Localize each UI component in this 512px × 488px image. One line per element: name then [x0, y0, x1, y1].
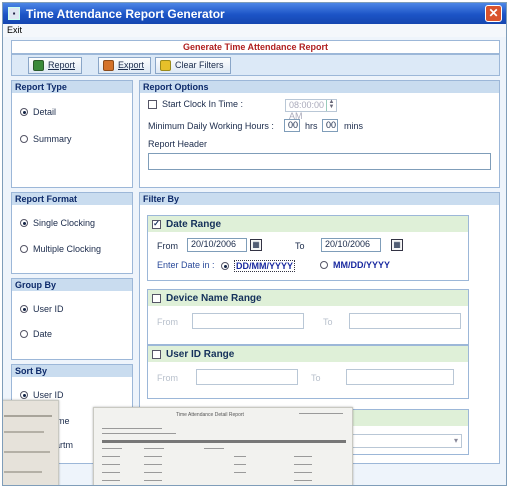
- radio-icon: [20, 305, 28, 313]
- format-dd-label: DD/MM/YYYY: [234, 260, 296, 272]
- mins-input[interactable]: 00: [322, 119, 338, 132]
- report-button-label: Report: [48, 60, 76, 70]
- group-by-title: Group By: [12, 279, 132, 291]
- radio-icon: [320, 261, 328, 269]
- report-format-title: Report Format: [12, 193, 132, 205]
- report-icon: [33, 59, 44, 71]
- user-range-group: User ID Range From To: [147, 345, 469, 399]
- report-header-label: Report Header: [148, 139, 208, 149]
- mins-label: mins: [344, 121, 364, 131]
- device-range-header: Device Name Range: [148, 290, 468, 306]
- device-from-label: From: [157, 317, 178, 327]
- user-from-label: From: [157, 373, 178, 383]
- multiple-clocking-label: Multiple Clocking: [33, 244, 102, 254]
- close-button[interactable]: ✕: [485, 5, 502, 22]
- group-by-panel: Group By User ID Date: [11, 278, 133, 360]
- clear-filters-button[interactable]: Clear Filters: [155, 56, 231, 74]
- title-bar: ▪ Time Attendance Report Generator ✕: [3, 3, 506, 24]
- date-range-title: Date Range: [166, 218, 222, 230]
- app-window: ▪ Time Attendance Report Generator ✕ Exi…: [2, 2, 507, 486]
- menu-exit[interactable]: Exit: [7, 25, 22, 35]
- calendar-icon[interactable]: ▦: [391, 239, 403, 251]
- clear-filters-icon: [160, 59, 172, 71]
- device-range-checkbox[interactable]: [152, 293, 161, 303]
- device-from-input[interactable]: [192, 313, 304, 329]
- single-clocking-label: Single Clocking: [33, 218, 96, 228]
- radio-icon: [20, 108, 28, 116]
- group-by-userid-label: User ID: [33, 304, 64, 314]
- radio-icon: [20, 330, 28, 338]
- report-options-title: Report Options: [140, 81, 499, 93]
- group-by-date-radio[interactable]: Date: [20, 329, 52, 339]
- report-type-detail-radio[interactable]: Detail: [20, 107, 56, 117]
- report-type-detail-label: Detail: [33, 107, 57, 117]
- report-type-summary-label: Summary: [33, 134, 72, 144]
- date-to-label: To: [295, 241, 305, 251]
- date-to-input[interactable]: 20/10/2006: [321, 238, 381, 252]
- user-range-checkbox[interactable]: [152, 349, 161, 359]
- device-range-group: Device Name Range From To: [147, 289, 469, 345]
- report-preview-right: Time Attendance Detail Report: [93, 407, 353, 485]
- format-mm-label: MM/DD/YYYY: [333, 260, 391, 270]
- user-range-title: User ID Range: [166, 348, 235, 360]
- sort-by-userid-label: User ID: [33, 390, 64, 400]
- radio-icon: [20, 219, 28, 227]
- report-preview-left: [3, 400, 59, 485]
- device-to-label: To: [323, 317, 333, 327]
- enter-date-label: Enter Date in :: [157, 260, 215, 270]
- export-button[interactable]: Export: [98, 56, 152, 74]
- format-mm-radio[interactable]: MM/DD/YYYY: [320, 260, 390, 270]
- clear-filters-label: Clear Filters: [175, 60, 224, 70]
- radio-icon: [20, 135, 28, 143]
- date-range-header: ✓ Date Range: [148, 216, 468, 232]
- start-clock-checkbox[interactable]: Start Clock In Time :: [148, 99, 243, 109]
- export-icon: [103, 59, 115, 71]
- date-from-input[interactable]: 20/10/2006: [187, 238, 247, 252]
- spinner-icon[interactable]: ▲ ▼: [326, 99, 336, 111]
- group-by-userid-radio[interactable]: User ID: [20, 304, 64, 314]
- date-from-label: From: [157, 241, 178, 251]
- single-clocking-radio[interactable]: Single Clocking: [20, 218, 95, 228]
- export-button-label: Export: [118, 60, 145, 70]
- toolbar: Report Export Clear Filters: [11, 54, 500, 76]
- user-from-input[interactable]: [196, 369, 298, 385]
- report-header-input[interactable]: [148, 153, 491, 170]
- filter-by-title: Filter By: [140, 193, 499, 205]
- device-range-title: Device Name Range: [166, 292, 262, 304]
- app-icon: ▪: [8, 7, 20, 20]
- window-title: Time Attendance Report Generator: [26, 6, 225, 21]
- user-to-label: To: [311, 373, 321, 383]
- preview-title: Time Attendance Detail Report: [176, 412, 244, 418]
- group-by-date-label: Date: [33, 329, 53, 339]
- report-options-panel: Report Options Start Clock In Time : 08:…: [139, 80, 500, 188]
- radio-icon: [20, 245, 28, 253]
- format-dd-radio[interactable]: DD/MM/YYYY: [221, 260, 296, 272]
- report-type-summary-radio[interactable]: Summary: [20, 134, 72, 144]
- menu-bar: Exit: [3, 24, 506, 37]
- checkbox-icon: [148, 99, 157, 109]
- sort-by-userid-radio[interactable]: User ID: [20, 390, 64, 400]
- min-hours-label: Minimum Daily Working Hours :: [148, 121, 274, 131]
- hrs-label: hrs: [305, 121, 318, 131]
- report-type-title: Report Type: [12, 81, 132, 93]
- report-type-panel: Report Type Detail Summary: [11, 80, 133, 188]
- report-format-panel: Report Format Single Clocking Multiple C…: [11, 192, 133, 274]
- user-range-header: User ID Range: [148, 346, 468, 362]
- date-range-checkbox[interactable]: ✓: [152, 219, 161, 229]
- start-clock-label: Start Clock In Time :: [162, 99, 244, 109]
- multiple-clocking-radio[interactable]: Multiple Clocking: [20, 244, 101, 254]
- hours-input[interactable]: 00: [284, 119, 300, 132]
- calendar-icon[interactable]: ▦: [250, 239, 262, 251]
- user-to-input[interactable]: [346, 369, 454, 385]
- page-title: Generate Time Attendance Report: [11, 40, 500, 54]
- device-to-input[interactable]: [349, 313, 461, 329]
- report-button[interactable]: Report: [28, 56, 83, 74]
- radio-icon: [20, 391, 28, 399]
- sort-by-title: Sort By: [12, 365, 132, 377]
- chevron-down-icon: ▾: [453, 436, 458, 445]
- date-range-group: ✓ Date Range From 20/10/2006 ▦ To 20/10/…: [147, 215, 469, 281]
- radio-icon: [221, 262, 229, 270]
